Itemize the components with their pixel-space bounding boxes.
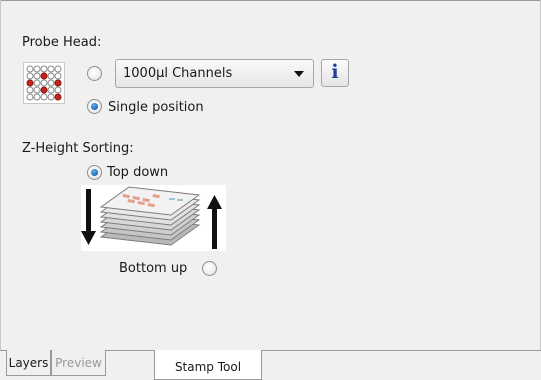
tab-layers[interactable]: Layers: [6, 350, 51, 376]
tab-preview[interactable]: Preview: [51, 350, 106, 376]
tab-bar: Layers Preview Stamp Tool: [0, 350, 541, 380]
tab-stamp-tool[interactable]: Stamp Tool: [154, 350, 262, 380]
z-height-heading: Z-Height Sorting:: [22, 141, 134, 156]
well-plate-icon: [23, 62, 65, 104]
stamp-tool-panel: Probe Head: 1000µl Channels i Single pos…: [0, 0, 541, 350]
info-icon: i: [331, 61, 339, 83]
plate-stack-sort-icon: [81, 185, 226, 251]
chevron-down-icon: [294, 71, 304, 77]
channels-radio[interactable]: [87, 66, 102, 81]
panel-top-border: [0, 0, 541, 1]
channels-select[interactable]: 1000µl Channels: [115, 59, 314, 88]
bottom-up-label: Bottom up: [119, 261, 188, 276]
single-position-label: Single position: [108, 100, 204, 115]
probe-head-heading: Probe Head:: [22, 35, 102, 50]
tab-stamp-tool-label: Stamp Tool: [174, 360, 242, 374]
bottom-up-radio[interactable]: [202, 261, 217, 276]
info-button[interactable]: i: [321, 59, 349, 87]
top-down-label: Top down: [107, 165, 169, 180]
tab-layers-label: Layers: [8, 356, 49, 370]
tab-preview-label: Preview: [55, 356, 102, 370]
single-position-radio[interactable]: [87, 99, 102, 114]
panel-left-border: [0, 0, 1, 350]
plate-stack-graphic: [81, 186, 222, 249]
channels-select-value: 1000µl Channels: [123, 66, 233, 81]
well-plate-graphic: [26, 65, 62, 101]
top-down-radio[interactable]: [87, 165, 102, 180]
